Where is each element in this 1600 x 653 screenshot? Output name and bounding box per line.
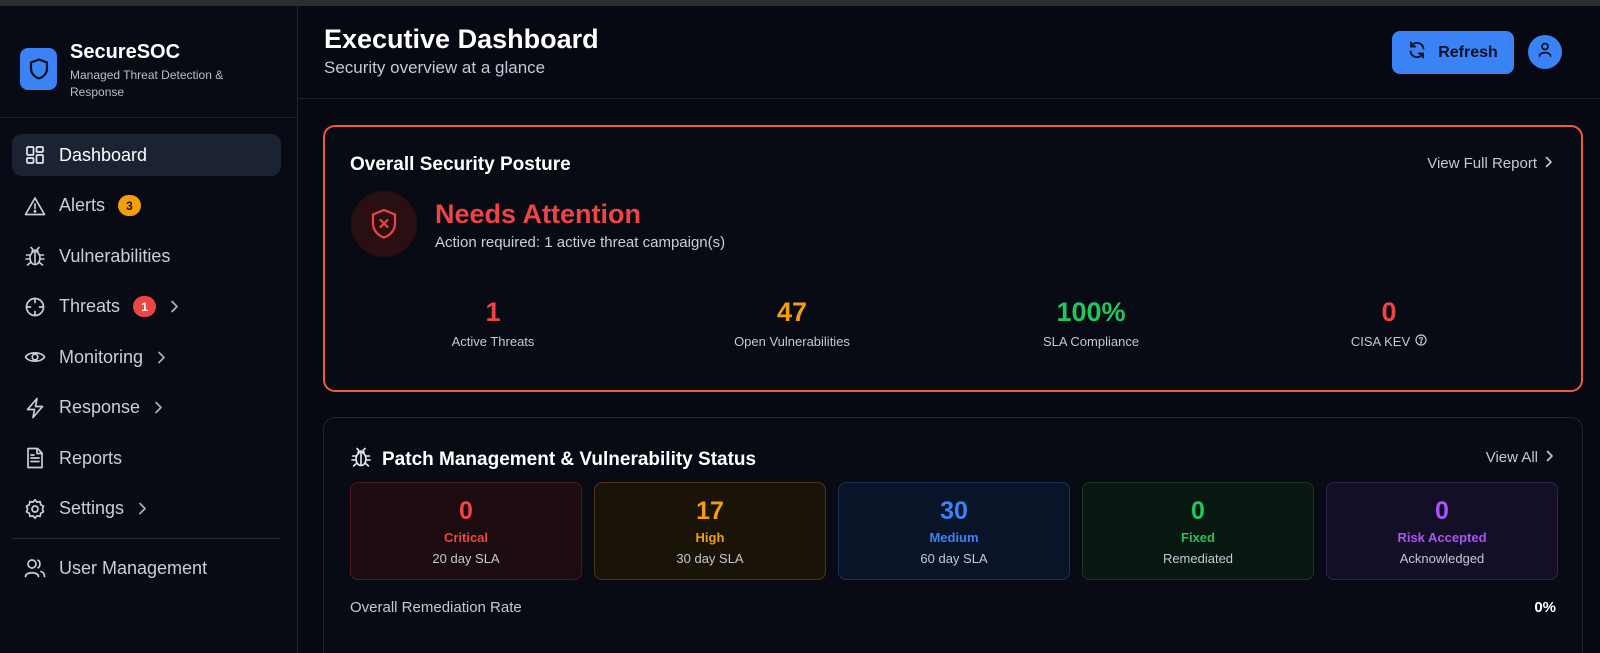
metric-value: 0 <box>1381 297 1397 327</box>
metric-active-threats: 1 Active Threats <box>343 297 643 349</box>
page-header: Executive Dashboard Security overview at… <box>298 6 1600 99</box>
bug-icon <box>350 446 372 473</box>
sidebar-item-settings[interactable]: Settings <box>12 488 281 530</box>
chevron-right-icon <box>1545 155 1553 172</box>
sidebar-item-reports[interactable]: Reports <box>12 437 281 479</box>
metric-label: Open Vulnerabilities <box>734 334 850 349</box>
sidebar-item-vulnerabilities[interactable]: Vulnerabilities <box>12 235 281 277</box>
document-icon <box>24 447 46 469</box>
gear-icon <box>24 498 46 520</box>
status-tile-fixed[interactable]: 0 Fixed Remediated <box>1082 482 1314 580</box>
refresh-label: Refresh <box>1438 43 1498 61</box>
sidebar-item-response[interactable]: Response <box>12 387 281 429</box>
metric-cisa-kev: 0 CISA KEV <box>1239 297 1539 349</box>
view-all-label: View All <box>1485 449 1538 466</box>
patch-card-header: Patch Management & Vulnerability Status <box>350 446 756 473</box>
chevron-right-icon <box>170 300 179 313</box>
metric-label: CISA KEV <box>1239 334 1539 349</box>
metric-value: 1 <box>485 297 501 327</box>
metric-open-vulnerabilities: 47 Open Vulnerabilities <box>642 297 942 349</box>
help-circle-icon[interactable] <box>1415 334 1427 349</box>
brand-tagline: Managed Threat Detection & Response <box>70 68 224 99</box>
sidebar-item-label: Vulnerabilities <box>59 245 171 266</box>
tile-sublabel: 20 day SLA <box>432 551 500 566</box>
user-icon <box>1538 42 1552 62</box>
chevron-right-icon <box>1546 449 1554 466</box>
crosshair-icon <box>24 296 46 318</box>
user-avatar[interactable] <box>1528 35 1562 69</box>
sidebar-nav: Dashboard Alerts 3 Vulnerabilities Threa… <box>12 134 281 598</box>
sidebar-item-label: Reports <box>59 447 123 468</box>
dashboard-grid-icon <box>24 144 46 166</box>
tile-value: 17 <box>696 497 724 525</box>
bug-icon <box>24 245 46 267</box>
view-all-link[interactable]: View All <box>1486 449 1554 466</box>
remediation-rate-value: 0% <box>1534 599 1556 616</box>
tile-label: Critical <box>443 530 489 545</box>
sidebar-item-label: Threats <box>59 296 121 316</box>
sidebar-item-label: Settings <box>59 498 125 518</box>
tile-value: 0 <box>1191 497 1205 525</box>
sidebar-item-threats[interactable]: Threats 1 <box>12 286 281 328</box>
metric-sla-compliance: 100% SLA Compliance <box>941 297 1241 349</box>
tile-sublabel: Remediated <box>1162 551 1234 566</box>
posture-status-detail: Action required: 1 active threat campaig… <box>435 234 726 251</box>
chevron-right-icon <box>154 401 163 414</box>
severity-tile-critical[interactable]: 0 Critical 20 day SLA <box>350 482 582 580</box>
status-tile-risk-accepted[interactable]: 0 Risk Accepted Acknowledged <box>1326 482 1558 580</box>
tile-label: Medium <box>929 530 979 545</box>
eye-icon <box>24 346 46 368</box>
view-full-report-link[interactable]: View Full Report <box>1427 155 1553 172</box>
shield-alert-icon <box>351 191 417 257</box>
sidebar-item-label: Monitoring <box>59 346 144 367</box>
tile-label: Fixed <box>1181 530 1215 545</box>
sidebar: SecureSOC Managed Threat Detection & Res… <box>0 6 298 653</box>
tile-label: High <box>695 530 725 545</box>
sidebar-item-dashboard[interactable]: Dashboard <box>12 134 281 176</box>
page-subtitle: Security overview at a glance <box>324 58 546 77</box>
refresh-icon <box>1408 41 1426 64</box>
users-icon <box>24 557 46 579</box>
sidebar-item-alerts[interactable]: Alerts 3 <box>12 185 281 227</box>
tile-sublabel: Acknowledged <box>1399 551 1485 566</box>
severity-tile-high[interactable]: 17 High 30 day SLA <box>594 482 826 580</box>
severity-tile-medium[interactable]: 30 Medium 60 day SLA <box>838 482 1070 580</box>
metric-value: 100% <box>1056 297 1126 327</box>
metric-value: 47 <box>776 297 808 327</box>
security-posture-card: Overall Security Posture View Full Repor… <box>323 125 1583 392</box>
patch-card-title: Patch Management & Vulnerability Status <box>382 448 757 470</box>
page-title: Executive Dashboard <box>324 24 599 54</box>
chevron-right-icon <box>157 351 166 364</box>
sidebar-divider <box>12 538 281 539</box>
brand-name: SecureSOC <box>70 41 181 63</box>
lightning-icon <box>24 397 46 419</box>
sidebar-item-label: Dashboard <box>59 144 148 165</box>
metric-label: Active Threats <box>451 334 535 349</box>
tile-label: Risk Accepted <box>1397 530 1487 545</box>
view-full-report-label: View Full Report <box>1427 155 1537 172</box>
tile-sublabel: 60 day SLA <box>920 551 988 566</box>
metric-label: SLA Compliance <box>1042 334 1140 349</box>
chevron-right-icon <box>138 502 147 515</box>
sidebar-item-label: User Management <box>59 557 208 578</box>
shield-logo-icon <box>20 48 57 90</box>
remediation-rate-label: Overall Remediation Rate <box>350 599 522 616</box>
sidebar-divider <box>0 117 297 118</box>
threats-count-badge: 1 <box>133 296 157 317</box>
brand: SecureSOC Managed Threat Detection & Res… <box>20 41 290 101</box>
posture-status: Needs Attention <box>435 199 642 229</box>
sidebar-item-label: Response <box>59 397 141 417</box>
tile-value: 0 <box>1435 497 1449 525</box>
alerts-count-badge: 3 <box>118 195 142 216</box>
refresh-button[interactable]: Refresh <box>1392 31 1514 74</box>
tile-value: 30 <box>940 497 968 525</box>
tile-sublabel: 30 day SLA <box>676 551 744 566</box>
tile-value: 0 <box>459 497 473 525</box>
sidebar-item-label: Alerts <box>59 195 106 215</box>
sidebar-item-user-management[interactable]: User Management <box>12 547 281 589</box>
sidebar-item-monitoring[interactable]: Monitoring <box>12 336 281 378</box>
posture-card-title: Overall Security Posture <box>350 154 571 175</box>
patch-management-card: Patch Management & Vulnerability Status … <box>323 417 1583 653</box>
warning-triangle-icon <box>24 195 46 217</box>
